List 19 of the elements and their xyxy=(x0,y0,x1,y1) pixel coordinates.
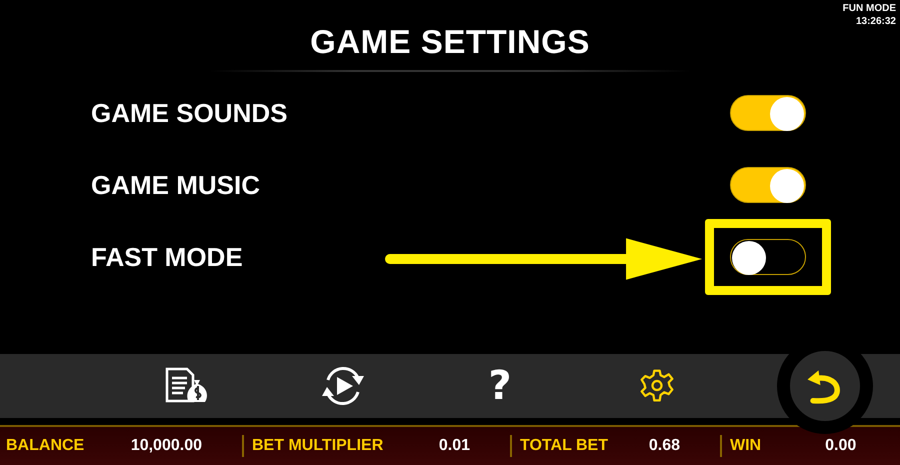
status-label: BALANCE xyxy=(6,437,84,455)
settings-icon[interactable] xyxy=(639,368,675,404)
settings-title: GAME SETTINGS xyxy=(310,22,590,62)
mode-label: FUN MODE xyxy=(842,2,896,15)
setting-label: FAST MODE xyxy=(91,242,243,272)
status-value: 0.00 xyxy=(825,437,856,455)
setting-label: GAME MUSIC xyxy=(91,170,260,200)
toggle-switch[interactable] xyxy=(730,239,806,275)
status-value: 0.01 xyxy=(438,437,470,455)
setting-label: GAME SOUNDS xyxy=(91,98,288,128)
status-value: 0.68 xyxy=(648,437,680,455)
toggle-switch[interactable] xyxy=(730,167,806,203)
status-label: BET MULTIPLIER xyxy=(252,437,384,455)
status-value: 10,000.00 xyxy=(130,437,202,455)
toggle-switch[interactable] xyxy=(730,95,806,131)
status-label: TOTAL BET xyxy=(520,437,608,455)
clock: 13:26:32 xyxy=(856,15,896,28)
help-button[interactable]: ? xyxy=(474,364,526,408)
status-label: WIN xyxy=(730,437,762,455)
